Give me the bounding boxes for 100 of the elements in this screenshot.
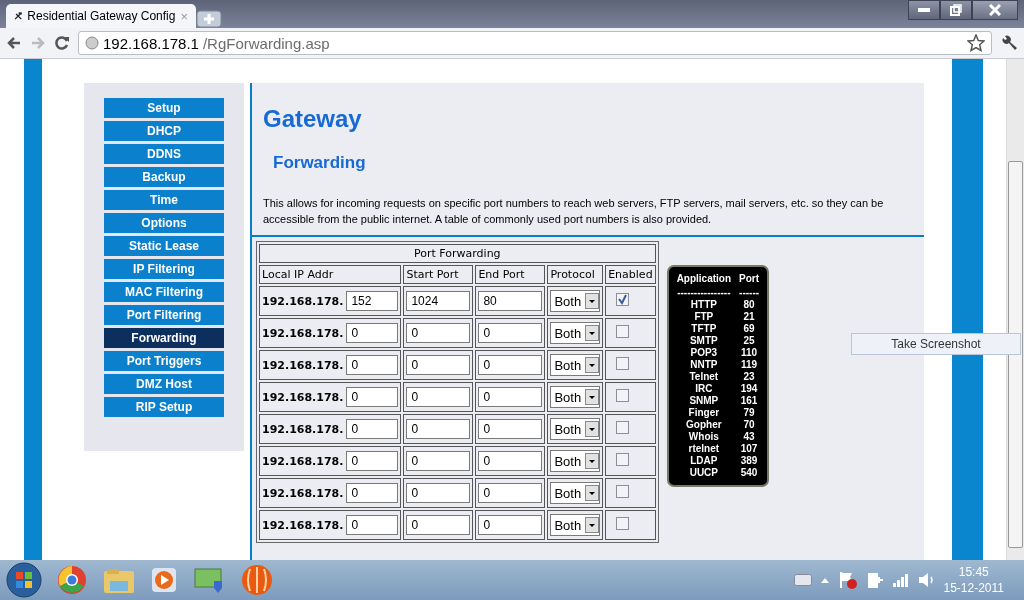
port-number: 194 bbox=[740, 383, 758, 395]
close-icon bbox=[989, 4, 1001, 16]
dash-rule: ---------------- bbox=[677, 287, 731, 299]
browser-tab[interactable]: Residential Gateway Config × bbox=[6, 4, 196, 28]
ip-prefix: 192.168.178. bbox=[262, 454, 344, 468]
checkbox[interactable] bbox=[616, 485, 630, 498]
sphere-icon[interactable] bbox=[240, 563, 274, 597]
panel-header: Application bbox=[676, 272, 732, 286]
signal-icon[interactable] bbox=[891, 572, 910, 588]
protocol-select[interactable]: Both bbox=[550, 386, 601, 408]
port-number: 43 bbox=[743, 431, 755, 443]
end-port-field[interactable]: 0 bbox=[478, 355, 543, 375]
url-path: /RgForwarding.asp bbox=[202, 34, 330, 52]
ip-field[interactable]: 0 bbox=[346, 355, 399, 375]
close-window-button[interactable] bbox=[972, 0, 1018, 20]
port-number: 79 bbox=[743, 407, 755, 419]
address-bar[interactable]: 192.168.178.1 /RgForwarding.asp bbox=[78, 31, 992, 55]
sidebar-item[interactable]: DHCP bbox=[104, 121, 224, 141]
media-player-icon[interactable] bbox=[150, 566, 178, 594]
port-number: 540 bbox=[740, 467, 758, 479]
protocol-select[interactable]: Both bbox=[550, 290, 601, 312]
checkbox[interactable] bbox=[616, 325, 630, 338]
end-port-field[interactable]: 0 bbox=[478, 323, 543, 343]
end-port-field[interactable]: 0 bbox=[478, 419, 543, 439]
ip-field[interactable]: 0 bbox=[346, 419, 399, 439]
start-port-field[interactable]: 0 bbox=[406, 355, 471, 375]
take-screenshot-popup[interactable]: Take Screenshot bbox=[851, 333, 1021, 355]
checkbox[interactable] bbox=[616, 357, 630, 370]
checkbox[interactable] bbox=[616, 453, 630, 466]
checkbox[interactable] bbox=[616, 421, 630, 434]
protocol-select[interactable]: Both bbox=[550, 418, 601, 440]
column-header: Enabled bbox=[605, 265, 656, 284]
restore-icon bbox=[950, 4, 962, 16]
protocol-select[interactable]: Both bbox=[550, 354, 601, 376]
forward-icon[interactable] bbox=[30, 35, 46, 51]
sidebar-item[interactable]: Forwarding bbox=[104, 328, 224, 348]
sidebar-item[interactable]: RIP Setup bbox=[104, 397, 224, 417]
new-tab-button[interactable] bbox=[196, 10, 222, 28]
scrollbar[interactable] bbox=[1006, 59, 1024, 561]
sidebar-item[interactable]: Options bbox=[104, 213, 224, 233]
sidebar-item[interactable]: DMZ Host bbox=[104, 374, 224, 394]
chrome-icon[interactable] bbox=[56, 564, 88, 596]
sidebar-item[interactable]: DDNS bbox=[104, 144, 224, 164]
protocol-select[interactable]: Both bbox=[550, 514, 601, 536]
port-number: 107 bbox=[740, 443, 758, 455]
end-port-field[interactable]: 80 bbox=[478, 291, 543, 311]
back-icon[interactable] bbox=[6, 35, 22, 51]
description: This allows for incoming requests on specific port numbers to reach web servers, FTP servers, mail servers, etc. so they can be accessible from the public internet. A table of commonly used port numbers is also provided. bbox=[263, 196, 885, 227]
protocol-select[interactable]: Both bbox=[550, 450, 601, 472]
protocol-select[interactable]: Both bbox=[550, 322, 601, 344]
application-name: IRC bbox=[695, 383, 713, 395]
start-button[interactable] bbox=[6, 562, 42, 598]
ip-field[interactable]: 0 bbox=[346, 323, 399, 343]
minimize-button[interactable] bbox=[908, 0, 940, 20]
application-name: UUCP bbox=[689, 467, 718, 479]
sidebar-item[interactable]: Backup bbox=[104, 167, 224, 187]
ip-field[interactable]: 0 bbox=[346, 515, 399, 535]
keyboard-icon[interactable] bbox=[793, 574, 812, 586]
start-port-field[interactable]: 0 bbox=[406, 387, 471, 407]
star-icon[interactable] bbox=[967, 34, 985, 52]
sidebar-item[interactable]: Setup bbox=[104, 98, 224, 118]
sidebar-item[interactable]: Port Filtering bbox=[104, 305, 224, 325]
start-port-field[interactable]: 0 bbox=[406, 323, 471, 343]
start-port-field[interactable]: 0 bbox=[406, 419, 471, 439]
application-name: TFTP bbox=[691, 323, 717, 335]
start-port-field[interactable]: 0 bbox=[406, 451, 471, 471]
start-port-field[interactable]: 1024 bbox=[406, 291, 471, 311]
flag-error-icon[interactable] bbox=[837, 570, 858, 590]
restore-button[interactable] bbox=[940, 0, 972, 20]
reload-icon[interactable] bbox=[54, 35, 70, 51]
protocol-select[interactable]: Both bbox=[550, 482, 601, 504]
sidebar-item[interactable]: IP Filtering bbox=[104, 259, 224, 279]
port-number: 70 bbox=[743, 419, 755, 431]
sidebar-item[interactable]: Static Lease bbox=[104, 236, 224, 256]
end-port-field[interactable]: 0 bbox=[478, 387, 543, 407]
ip-prefix: 192.168.178. bbox=[262, 422, 344, 436]
end-port-field[interactable]: 0 bbox=[478, 515, 543, 535]
ip-prefix: 192.168.178. bbox=[262, 486, 344, 500]
volume-icon[interactable] bbox=[917, 572, 936, 588]
show-hidden-icons[interactable] bbox=[819, 576, 830, 584]
port-number: 80 bbox=[743, 299, 755, 311]
checkbox[interactable] bbox=[616, 389, 630, 402]
start-port-field[interactable]: 0 bbox=[406, 483, 471, 503]
start-port-field[interactable]: 0 bbox=[406, 515, 471, 535]
column-header: Protocol bbox=[547, 265, 604, 284]
ip-field[interactable]: 0 bbox=[346, 387, 399, 407]
wrench-icon[interactable] bbox=[1000, 34, 1018, 52]
checkbox[interactable] bbox=[616, 517, 630, 530]
checkbox[interactable] bbox=[616, 293, 630, 306]
end-port-field[interactable]: 0 bbox=[478, 483, 543, 503]
ip-field[interactable]: 0 bbox=[346, 483, 399, 503]
ip-prefix: 192.168.178. bbox=[262, 294, 344, 308]
end-port-field[interactable]: 0 bbox=[478, 451, 543, 471]
sidebar-item[interactable]: Port Triggers bbox=[104, 351, 224, 371]
application-name: SMTP bbox=[689, 335, 718, 347]
sidebar-item[interactable]: MAC Filtering bbox=[104, 282, 224, 302]
ip-field[interactable]: 152 bbox=[346, 291, 399, 311]
sidebar-item[interactable]: Time bbox=[104, 190, 224, 210]
ip-field[interactable]: 0 bbox=[346, 451, 399, 471]
power-icon[interactable] bbox=[865, 570, 884, 590]
